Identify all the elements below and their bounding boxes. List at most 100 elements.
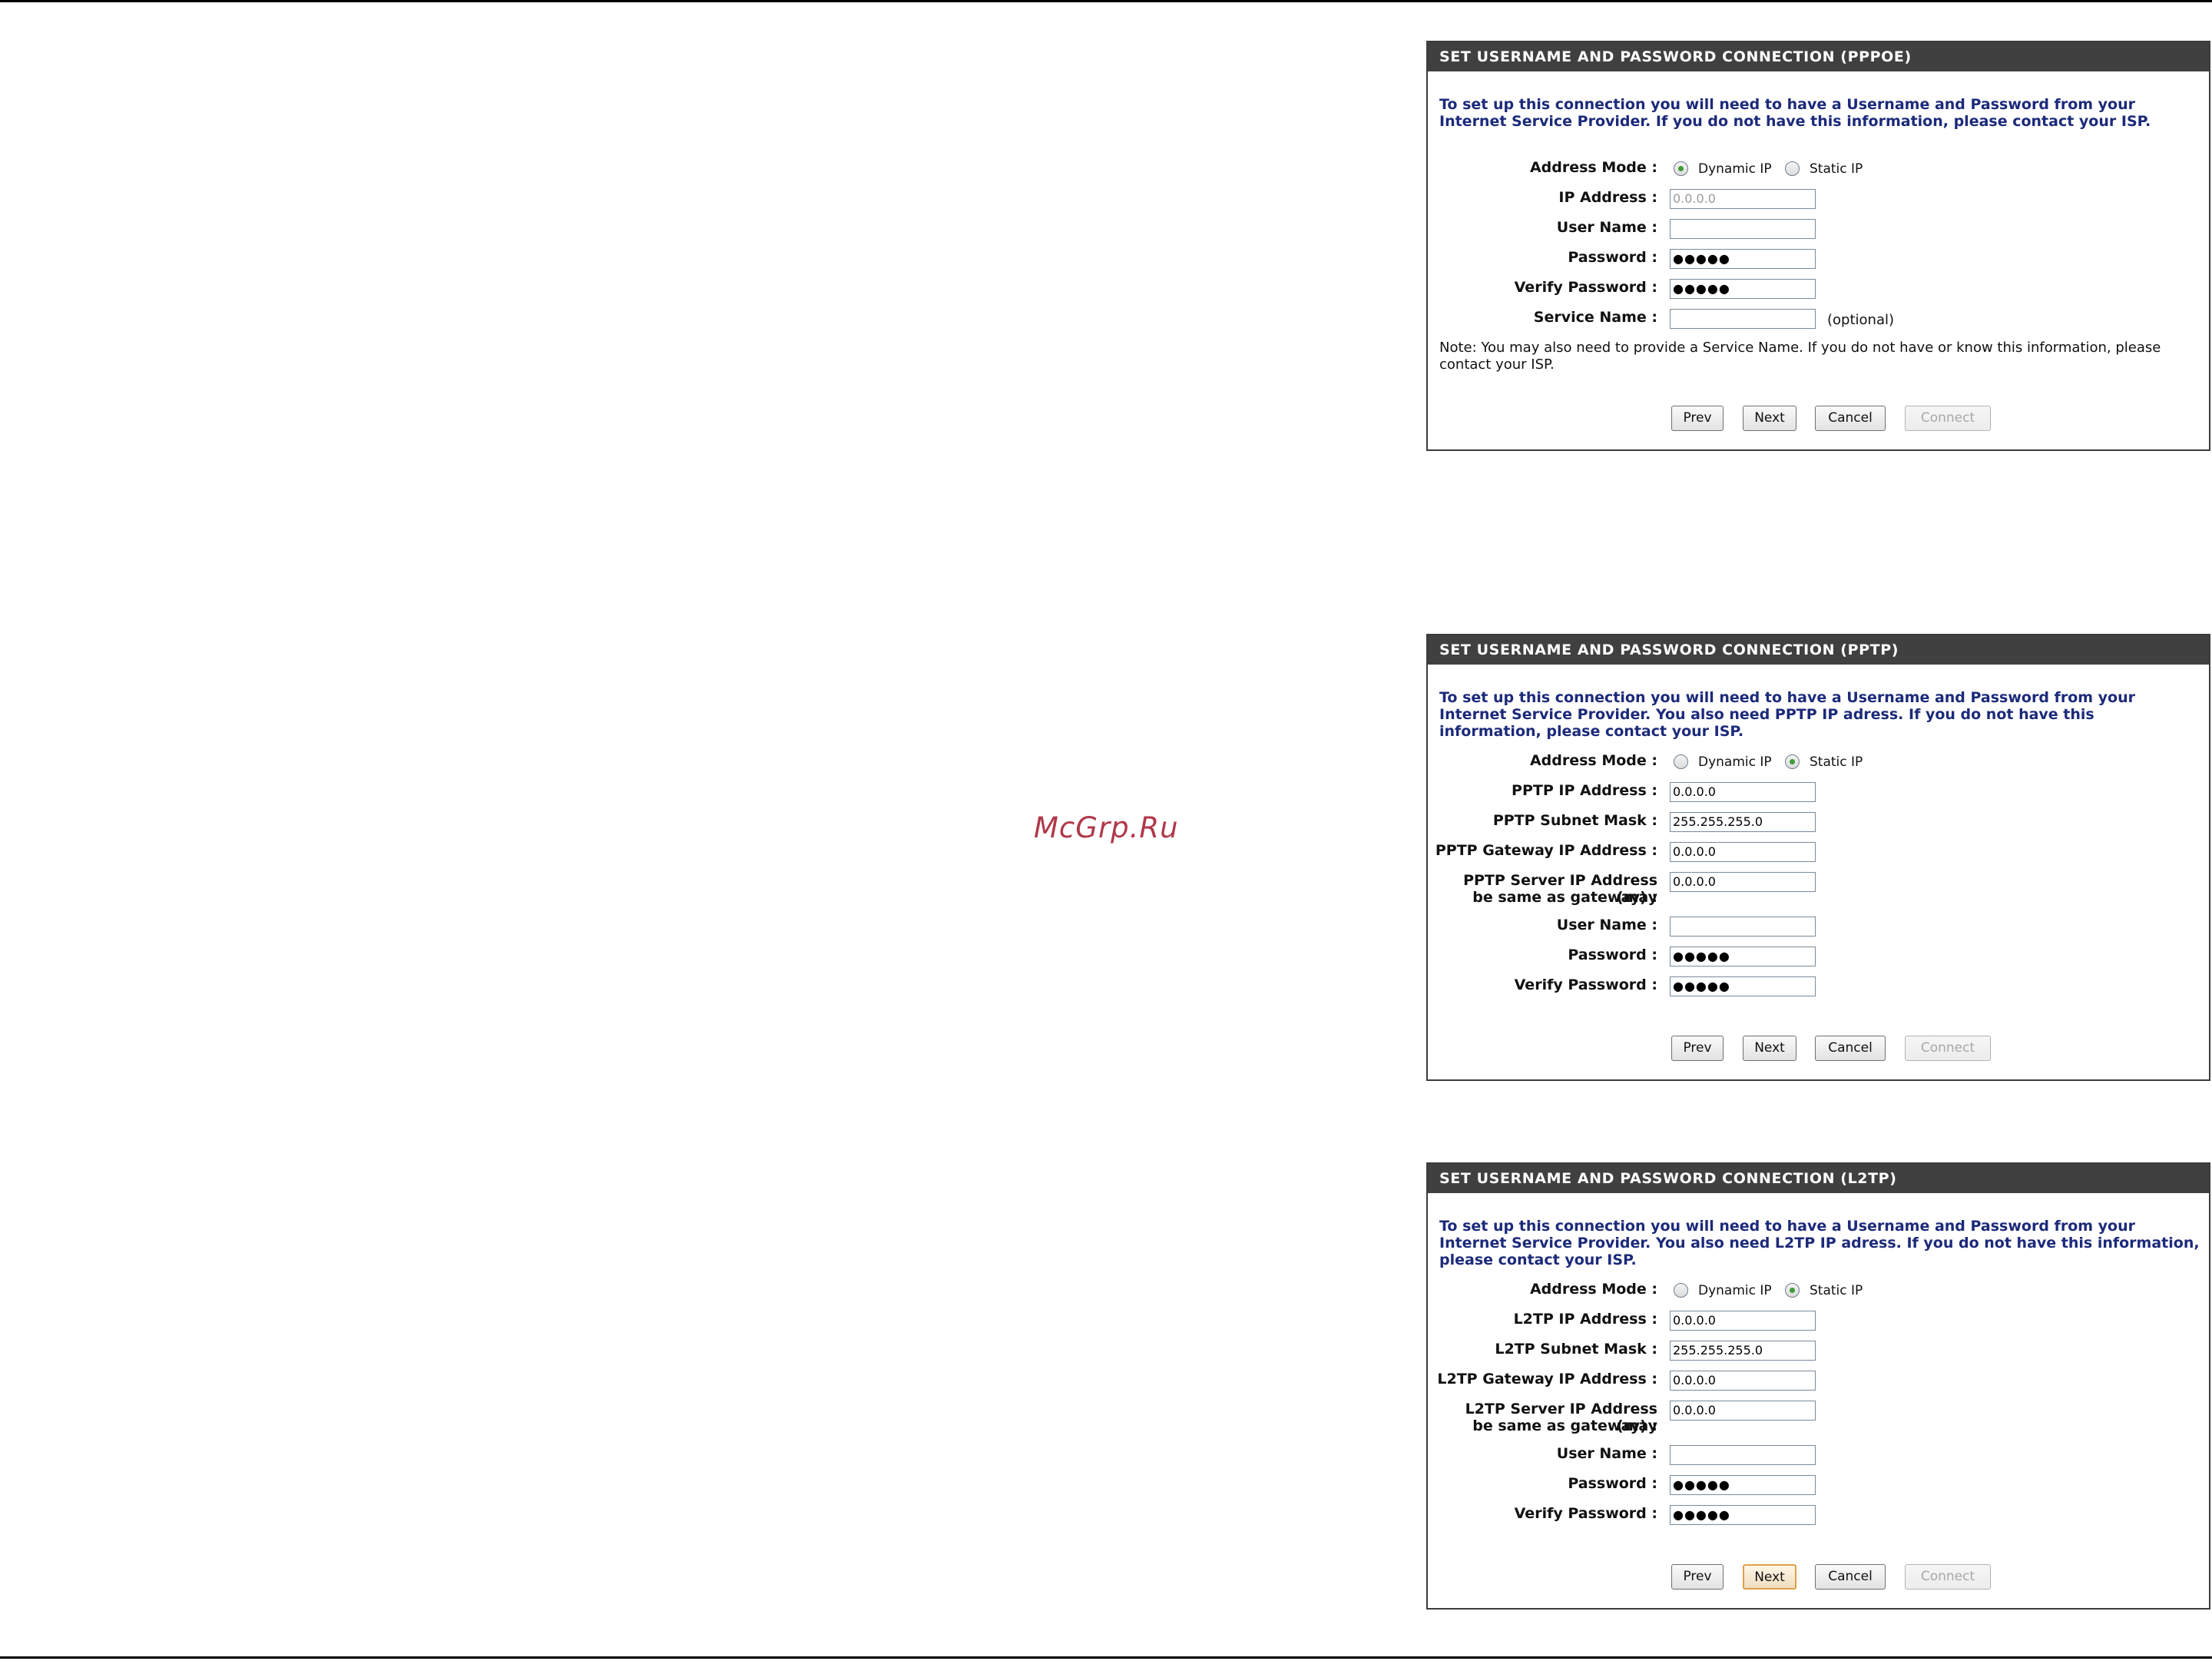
verify-password-input[interactable]: ●●●●● bbox=[1670, 976, 1816, 996]
static-ip-label: Static IP bbox=[1810, 161, 1863, 177]
address-mode-label: Address Mode : bbox=[1529, 159, 1657, 176]
next-button[interactable]: Next bbox=[1743, 406, 1796, 431]
pppoe-ip-address-row: IP Address : 0.0.0.0 bbox=[1428, 189, 2209, 215]
dynamic-ip-label: Dynamic IP bbox=[1698, 754, 1772, 770]
next-button[interactable]: Next bbox=[1743, 1036, 1796, 1061]
password-label: Password : bbox=[1568, 249, 1657, 266]
l2tp-gateway-row: L2TP Gateway IP Address : 0.0.0.0 bbox=[1428, 1371, 2209, 1397]
user-name-label: User Name : bbox=[1556, 219, 1657, 236]
pptp-gateway-label: PPTP Gateway IP Address : bbox=[1435, 842, 1657, 859]
verify-password-label: Verify Password : bbox=[1514, 976, 1657, 993]
l2tp-user-name-row: User Name : bbox=[1428, 1445, 2209, 1471]
l2tp-subnet-mask-input[interactable]: 255.255.255.0 bbox=[1670, 1341, 1816, 1361]
pptp-ip-address-label: PPTP IP Address : bbox=[1512, 782, 1657, 799]
pptp-ip-address-row: PPTP IP Address : 0.0.0.0 bbox=[1428, 782, 2209, 808]
verify-password-input[interactable]: ●●●●● bbox=[1670, 1505, 1816, 1525]
verify-password-label: Verify Password : bbox=[1514, 1505, 1657, 1522]
pptp-server-row: PPTP Server IP Address (may be same as g… bbox=[1428, 872, 2209, 909]
l2tp-verify-password-row: Verify Password : ●●●●● bbox=[1428, 1505, 2209, 1531]
prev-button[interactable]: Prev bbox=[1671, 1036, 1724, 1061]
l2tp-panel-title: SET USERNAME AND PASSWORD CONNECTION (L2… bbox=[1428, 1164, 2209, 1193]
next-button[interactable]: Next bbox=[1743, 1564, 1796, 1590]
connect-button[interactable]: Connect bbox=[1905, 406, 1991, 431]
prev-button[interactable]: Prev bbox=[1671, 1564, 1724, 1590]
pptp-address-mode-row: Address Mode : Dynamic IP Static IP bbox=[1428, 752, 2209, 778]
pptp-password-row: Password : ●●●●● bbox=[1428, 947, 2209, 973]
l2tp-subnet-mask-row: L2TP Subnet Mask : 255.255.255.0 bbox=[1428, 1341, 2209, 1367]
pptp-gateway-row: PPTP Gateway IP Address : 0.0.0.0 bbox=[1428, 842, 2209, 868]
password-input[interactable]: ●●●●● bbox=[1670, 1475, 1816, 1495]
static-ip-radio[interactable] bbox=[1785, 1283, 1800, 1298]
user-name-label: User Name : bbox=[1556, 917, 1657, 933]
l2tp-ip-address-label: L2TP IP Address : bbox=[1513, 1311, 1657, 1328]
bottom-rule bbox=[0, 1656, 2212, 1659]
service-name-input[interactable] bbox=[1670, 309, 1816, 329]
user-name-input[interactable] bbox=[1670, 219, 1816, 239]
pptp-subnet-mask-input[interactable]: 255.255.255.0 bbox=[1670, 812, 1816, 832]
l2tp-gateway-label: L2TP Gateway IP Address : bbox=[1437, 1371, 1657, 1387]
pppoe-verify-password-row: Verify Password : ●●●●● bbox=[1428, 279, 2209, 305]
l2tp-subnet-mask-label: L2TP Subnet Mask : bbox=[1495, 1341, 1657, 1358]
l2tp-panel: SET USERNAME AND PASSWORD CONNECTION (L2… bbox=[1426, 1162, 2210, 1610]
pppoe-password-row: Password : ●●●●● bbox=[1428, 249, 2209, 275]
static-ip-label: Static IP bbox=[1810, 754, 1863, 770]
dynamic-ip-label: Dynamic IP bbox=[1698, 161, 1772, 177]
pppoe-panel-title: SET USERNAME AND PASSWORD CONNECTION (PP… bbox=[1428, 42, 2209, 71]
l2tp-gateway-input[interactable]: 0.0.0.0 bbox=[1670, 1371, 1816, 1391]
user-name-label: User Name : bbox=[1556, 1445, 1657, 1462]
pppoe-intro-text: To set up this connection you will need … bbox=[1439, 96, 2151, 130]
service-name-label: Service Name : bbox=[1533, 309, 1657, 326]
static-ip-label: Static IP bbox=[1810, 1283, 1863, 1298]
address-mode-label: Address Mode : bbox=[1529, 752, 1657, 769]
password-input[interactable]: ●●●●● bbox=[1670, 249, 1816, 269]
l2tp-ip-address-row: L2TP IP Address : 0.0.0.0 bbox=[1428, 1311, 2209, 1337]
user-name-input[interactable] bbox=[1670, 917, 1816, 937]
dynamic-ip-radio[interactable] bbox=[1674, 161, 1688, 176]
cancel-button[interactable]: Cancel bbox=[1815, 1036, 1886, 1061]
connect-button[interactable]: Connect bbox=[1905, 1036, 1991, 1061]
cancel-button[interactable]: Cancel bbox=[1815, 1564, 1886, 1590]
pptp-intro-text: To set up this connection you will need … bbox=[1439, 689, 2135, 740]
watermark-text: McGrp.Ru bbox=[1034, 811, 1179, 844]
connect-button[interactable]: Connect bbox=[1905, 1564, 1991, 1590]
pptp-ip-address-input[interactable]: 0.0.0.0 bbox=[1670, 782, 1816, 802]
address-mode-label: Address Mode : bbox=[1529, 1281, 1657, 1298]
pptp-user-name-row: User Name : bbox=[1428, 917, 2209, 943]
l2tp-server-row: L2TP Server IP Address (may be same as g… bbox=[1428, 1401, 2209, 1437]
user-name-input[interactable] bbox=[1670, 1445, 1816, 1465]
static-ip-radio[interactable] bbox=[1785, 754, 1800, 769]
pptp-subnet-mask-row: PPTP Subnet Mask : 255.255.255.0 bbox=[1428, 812, 2209, 838]
pptp-panel-title: SET USERNAME AND PASSWORD CONNECTION (PP… bbox=[1428, 635, 2209, 665]
dynamic-ip-label: Dynamic IP bbox=[1698, 1283, 1772, 1298]
pptp-verify-password-row: Verify Password : ●●●●● bbox=[1428, 976, 2209, 1003]
l2tp-ip-address-input[interactable]: 0.0.0.0 bbox=[1670, 1311, 1816, 1331]
pppoe-panel: SET USERNAME AND PASSWORD CONNECTION (PP… bbox=[1426, 41, 2210, 451]
l2tp-server-input[interactable]: 0.0.0.0 bbox=[1670, 1401, 1816, 1421]
cancel-button[interactable]: Cancel bbox=[1815, 406, 1886, 431]
prev-button[interactable]: Prev bbox=[1671, 406, 1724, 431]
optional-hint: (optional) bbox=[1827, 312, 1894, 328]
pptp-gateway-input[interactable]: 0.0.0.0 bbox=[1670, 842, 1816, 862]
password-input[interactable]: ●●●●● bbox=[1670, 947, 1816, 966]
password-label: Password : bbox=[1568, 947, 1657, 963]
ip-address-label: IP Address : bbox=[1558, 189, 1657, 206]
l2tp-intro-text: To set up this connection you will need … bbox=[1439, 1218, 2200, 1268]
l2tp-address-mode-row: Address Mode : Dynamic IP Static IP bbox=[1428, 1281, 2209, 1307]
pppoe-note: Note: You may also need to provide a Ser… bbox=[1439, 340, 2161, 373]
dynamic-ip-radio[interactable] bbox=[1674, 1283, 1688, 1298]
top-rule bbox=[0, 0, 2212, 2]
verify-password-input[interactable]: ●●●●● bbox=[1670, 279, 1816, 299]
pptp-subnet-mask-label: PPTP Subnet Mask : bbox=[1492, 812, 1657, 829]
dynamic-ip-radio[interactable] bbox=[1674, 754, 1688, 769]
pppoe-service-name-row: Service Name : (optional) bbox=[1428, 309, 2209, 335]
password-label: Password : bbox=[1568, 1475, 1657, 1492]
l2tp-password-row: Password : ●●●●● bbox=[1428, 1475, 2209, 1501]
verify-password-label: Verify Password : bbox=[1514, 279, 1657, 296]
pppoe-user-name-row: User Name : bbox=[1428, 219, 2209, 245]
static-ip-radio[interactable] bbox=[1785, 161, 1800, 176]
pptp-server-input[interactable]: 0.0.0.0 bbox=[1670, 872, 1816, 892]
pptp-server-label-line2: be same as gateway) : bbox=[1472, 889, 1657, 906]
pptp-panel: SET USERNAME AND PASSWORD CONNECTION (PP… bbox=[1426, 634, 2210, 1081]
ip-address-input[interactable]: 0.0.0.0 bbox=[1670, 189, 1816, 209]
pppoe-address-mode-row: Address Mode : Dynamic IP Static IP bbox=[1428, 159, 2209, 185]
